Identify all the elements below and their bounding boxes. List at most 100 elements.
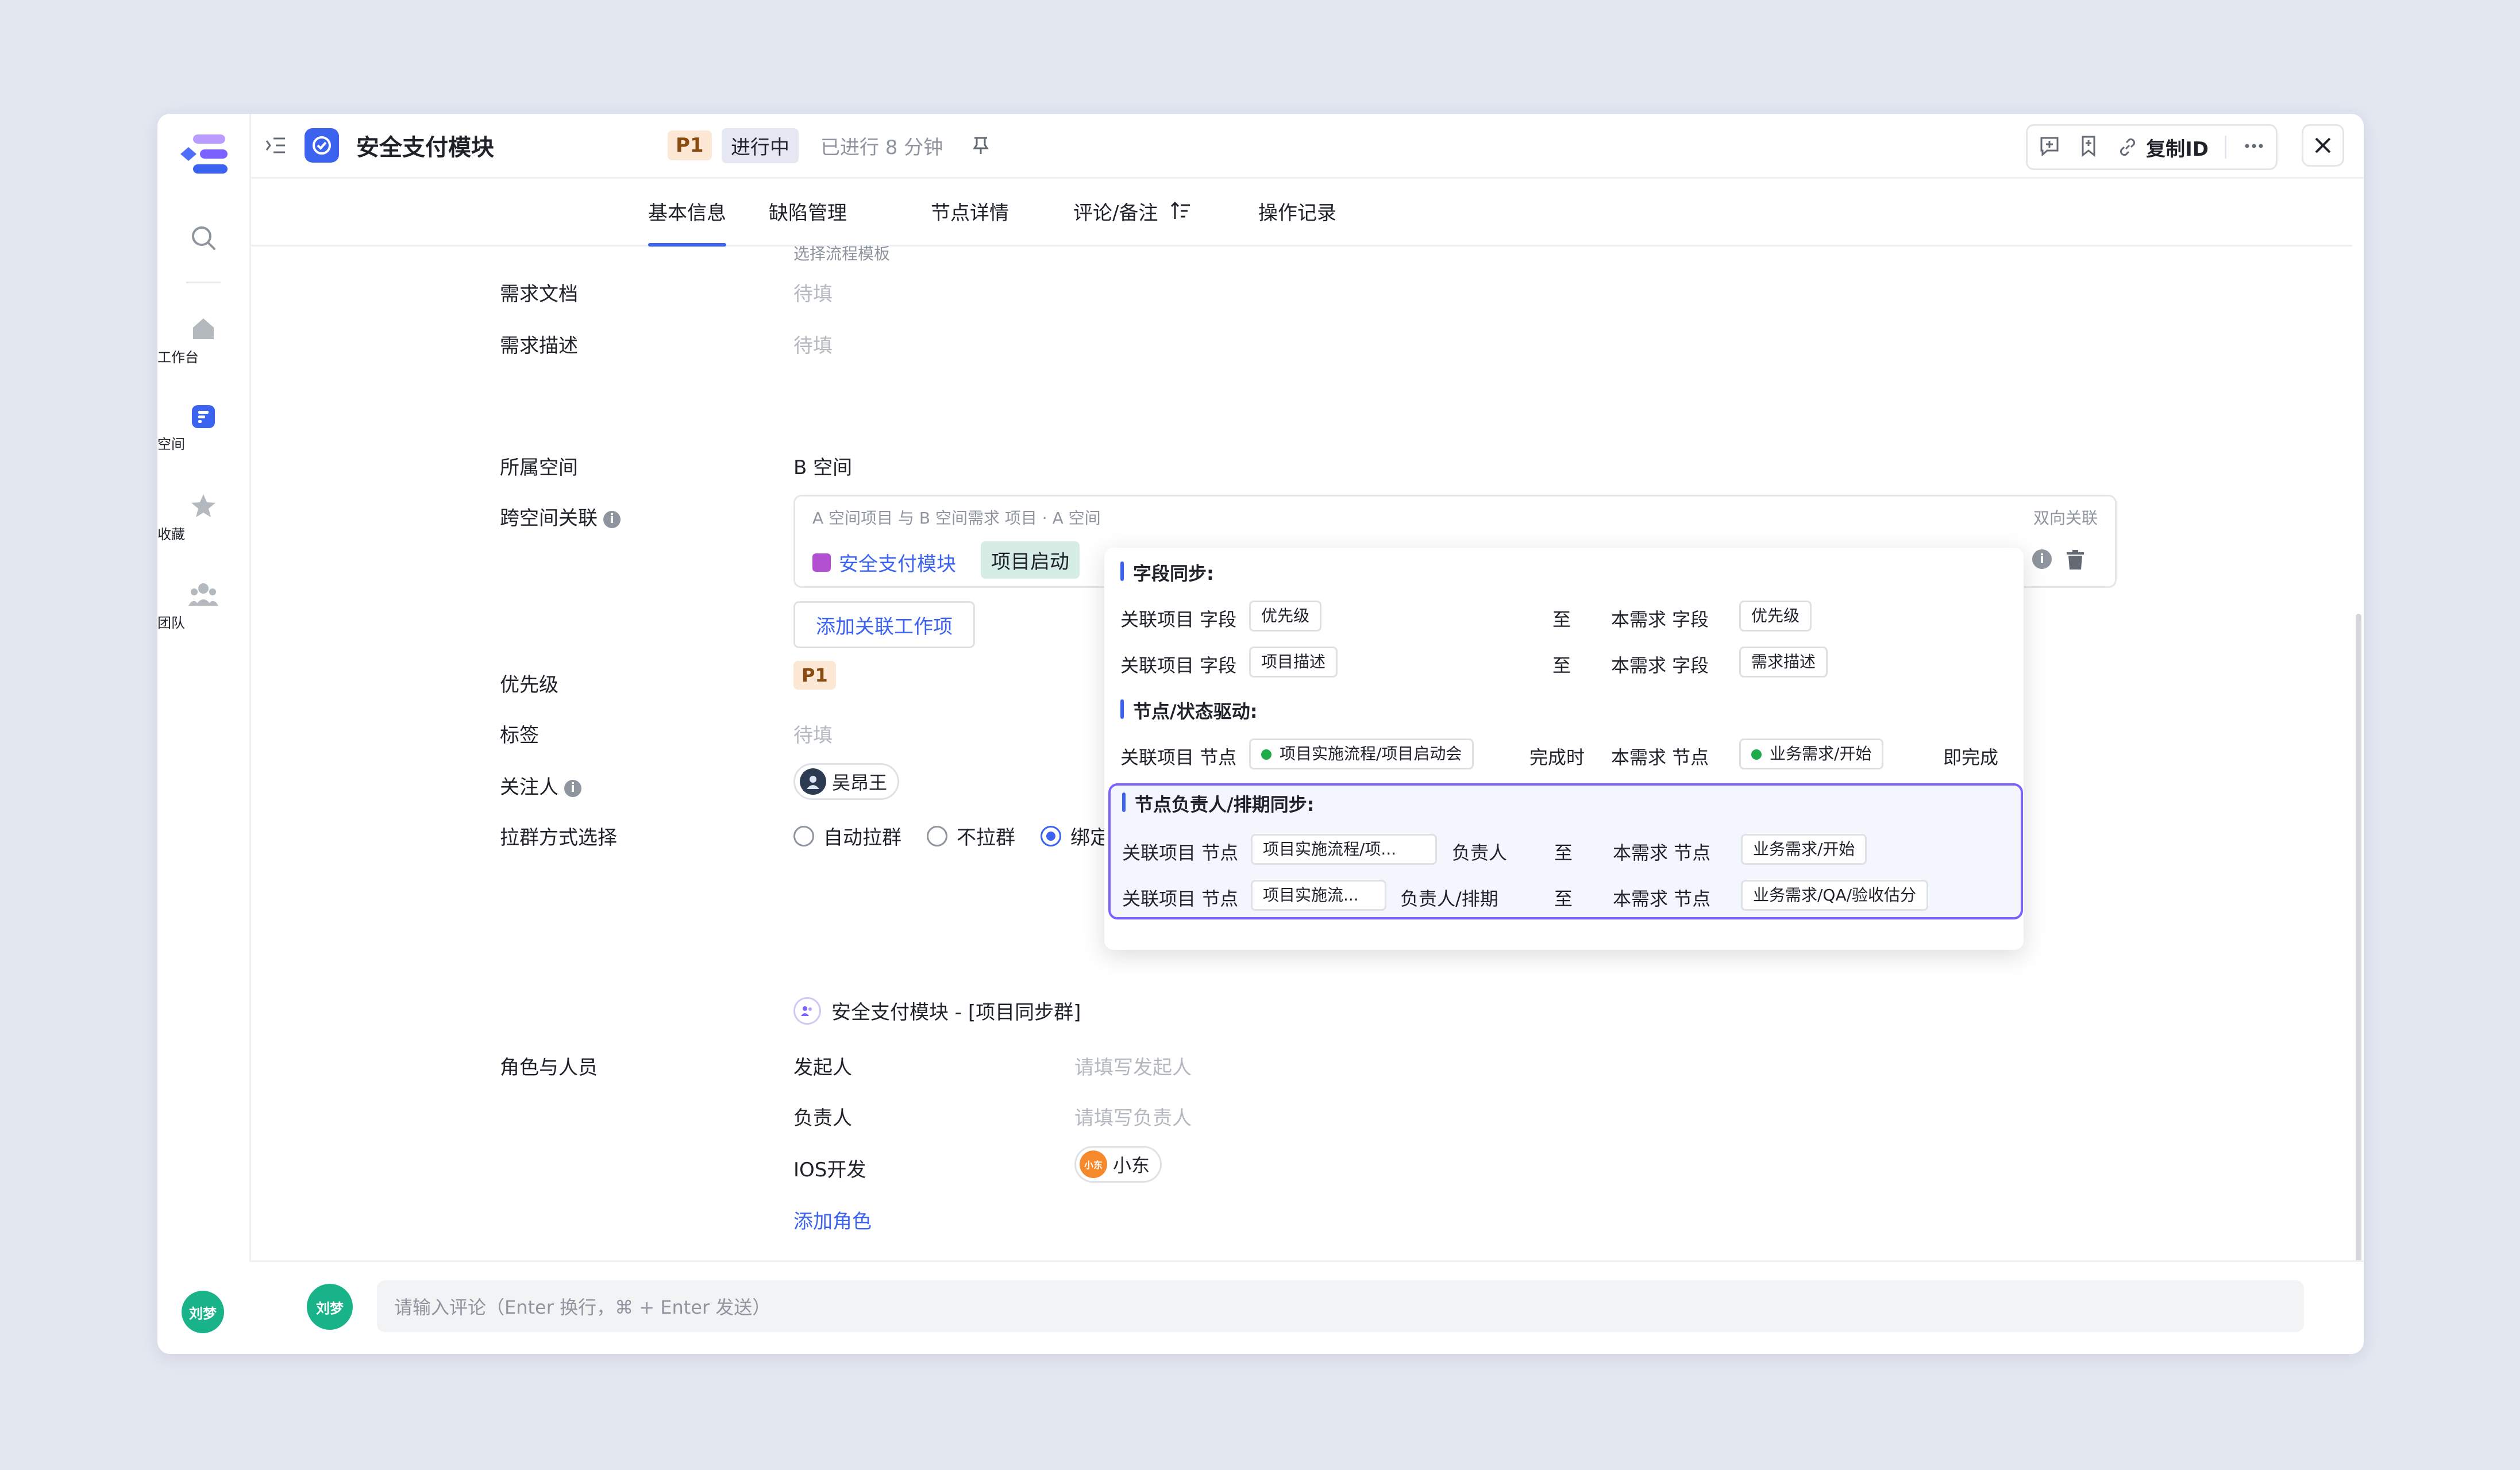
radio-bind-group[interactable] <box>1041 825 1061 846</box>
sort-icon <box>1171 201 1190 219</box>
role-owner-field[interactable]: 请填写负责人 <box>1074 1102 1192 1130</box>
rule-left-tag[interactable]: 项目实施流程/项... <box>1251 834 1437 865</box>
rule-left-tag[interactable]: 项目实施流程/项目启动会 <box>1249 738 1474 769</box>
link-box-title: A 空间项目 与 B 空间需求 项目 · A 空间 <box>812 509 1101 528</box>
tab-node-details[interactable]: 节点详情 <box>931 177 1009 245</box>
close-button[interactable] <box>2302 124 2344 167</box>
rule-left-tag-text: 项目实施流程/项目启动会 <box>1280 744 1462 763</box>
priority-badge[interactable]: P1 <box>668 130 712 160</box>
toolbar-divider <box>2225 136 2226 159</box>
rule-right-tag[interactable]: 需求描述 <box>1739 647 1828 678</box>
rule-right-label: 本需求 节点 <box>1613 842 1711 864</box>
tags-field[interactable]: 待填 <box>793 719 833 748</box>
rule-right-tag[interactable]: 业务需求/QA/验收估分 <box>1741 880 1929 911</box>
comment-bar: 刘梦 请输入评论（Enter 换行，⌘ + Enter 发送） <box>249 1260 2364 1354</box>
req-doc-label: 需求文档 <box>500 283 578 306</box>
status-dot <box>1751 749 1762 760</box>
radio-no-group[interactable] <box>927 825 947 846</box>
project-color-icon <box>812 553 831 572</box>
rule-left-tag[interactable]: 项目实施流... <box>1251 880 1386 911</box>
role-owner-label: 负责人 <box>793 1107 852 1130</box>
scrollbar[interactable] <box>2356 614 2361 1263</box>
watcher-avatar <box>800 768 826 795</box>
app-window: 工作台 空间 收藏 团队 刘梦 安全支付模块 P1 进行中 已进行 8 分钟 复… <box>157 114 2364 1354</box>
group-label: 拉群方式选择 <box>500 826 617 849</box>
radio-bind-group-label: 绑定 <box>1070 826 1109 849</box>
ios-user-chip[interactable]: 小东 小东 <box>1074 1146 1162 1183</box>
team-icon <box>188 583 218 606</box>
info-icon[interactable]: i <box>603 510 621 528</box>
rule-left-label: 关联项目 字段 <box>1120 609 1237 630</box>
tab-activity-log[interactable]: 操作记录 <box>1258 177 1336 245</box>
task-type-icon <box>305 128 339 163</box>
radio-auto-group[interactable] <box>793 825 814 846</box>
tab-defects[interactable]: 缺陷管理 <box>769 177 847 245</box>
role-initiator-label: 发起人 <box>793 1056 852 1079</box>
user-avatar[interactable]: 刘梦 <box>182 1291 224 1333</box>
rule-trigger: 完成时 <box>1529 746 1585 768</box>
link-info-icon[interactable]: i <box>2032 549 2052 569</box>
tab-label: 操作记录 <box>1258 201 1336 225</box>
home-icon <box>193 318 214 339</box>
rule-right-tag[interactable]: 优先级 <box>1739 601 1812 632</box>
more-button[interactable] <box>2242 134 2265 160</box>
linked-node-tag[interactable]: 项目启动 <box>981 541 1080 579</box>
left-rail: 工作台 空间 收藏 团队 刘梦 <box>157 114 251 1354</box>
roles-label: 角色与人员 <box>500 1056 598 1079</box>
watcher-chip[interactable]: 吴昂王 <box>793 763 900 800</box>
req-doc-field[interactable]: 待填 <box>793 278 833 306</box>
add-comment-button[interactable] <box>2038 134 2061 160</box>
bound-group-name: 安全支付模块 - [项目同步群] <box>831 1001 1081 1024</box>
rule-to: 至 <box>1552 609 1571 630</box>
app-logo <box>180 134 228 174</box>
rule-left-label: 关联项目 节点 <box>1122 842 1239 864</box>
pin-button[interactable] <box>971 114 991 177</box>
tab-basic-info[interactable]: 基本信息 <box>648 177 726 247</box>
rule-left-tag[interactable]: 项目描述 <box>1249 647 1338 678</box>
rule-mid: 负责人 <box>1452 842 1508 864</box>
person-icon <box>807 776 819 789</box>
space-label: 所属空间 <box>500 456 578 479</box>
linked-item[interactable]: 安全支付模块 <box>812 548 956 576</box>
add-role-link[interactable]: 添加角色 <box>793 1206 872 1234</box>
rule-mid: 负责人/排期 <box>1400 888 1498 910</box>
rule-end: 即完成 <box>1943 746 1999 768</box>
role-initiator-field[interactable]: 请填写发起人 <box>1074 1052 1192 1080</box>
cross-space-label: 跨空间关联 i <box>500 502 621 530</box>
space-icon <box>192 405 215 428</box>
copy-id-button[interactable]: 复制ID <box>2116 133 2209 161</box>
rule-to: 至 <box>1554 888 1573 910</box>
search-nav[interactable] <box>157 224 249 252</box>
rule-left-tag[interactable]: 优先级 <box>1249 601 1322 632</box>
status-badge[interactable]: 进行中 <box>722 128 799 163</box>
tab-comments[interactable]: 评论/备注 <box>1073 177 1192 245</box>
section-field-sync: 字段同步: <box>1120 559 1214 586</box>
bookmark-button[interactable] <box>2077 134 2100 160</box>
delete-icon[interactable] <box>2066 549 2085 570</box>
sidebar-toggle[interactable] <box>264 114 287 177</box>
rule-right-tag[interactable]: 业务需求/开始 <box>1739 738 1884 769</box>
role-ios-label: IOS开发 <box>793 1159 866 1182</box>
add-link-button[interactable]: 添加关联工作项 <box>793 601 975 648</box>
comment-input[interactable]: 请输入评论（Enter 换行，⌘ + Enter 发送） <box>377 1280 2304 1332</box>
req-desc-field[interactable]: 待填 <box>793 330 833 358</box>
space-value[interactable]: B 空间 <box>793 452 852 480</box>
bound-group[interactable]: 安全支付模块 - [项目同步群] <box>793 996 1081 1025</box>
rail-item-favorites[interactable]: 收藏 <box>157 492 249 542</box>
rule-right-tag[interactable]: 业务需求/开始 <box>1741 834 1867 865</box>
rule-left-label: 关联项目 节点 <box>1120 746 1237 768</box>
rail-item-workbench[interactable]: 工作台 <box>157 315 249 365</box>
tab-label: 基本信息 <box>648 201 726 225</box>
comment-avatar: 刘梦 <box>307 1284 353 1330</box>
rail-item-space[interactable]: 空间 <box>157 404 249 452</box>
group-chat-icon <box>793 996 821 1025</box>
rule-to: 至 <box>1554 842 1573 864</box>
rail-item-team[interactable]: 团队 <box>157 580 249 631</box>
template-hint: 选择流程模板 <box>793 244 891 263</box>
priority-select[interactable]: P1 <box>793 661 836 690</box>
link-icon <box>2120 138 2136 156</box>
linked-item-name: 安全支付模块 <box>839 553 956 576</box>
info-icon[interactable]: i <box>564 779 581 797</box>
watcher-label-text: 关注人 <box>500 776 558 799</box>
bookmark-icon <box>2082 136 2095 157</box>
